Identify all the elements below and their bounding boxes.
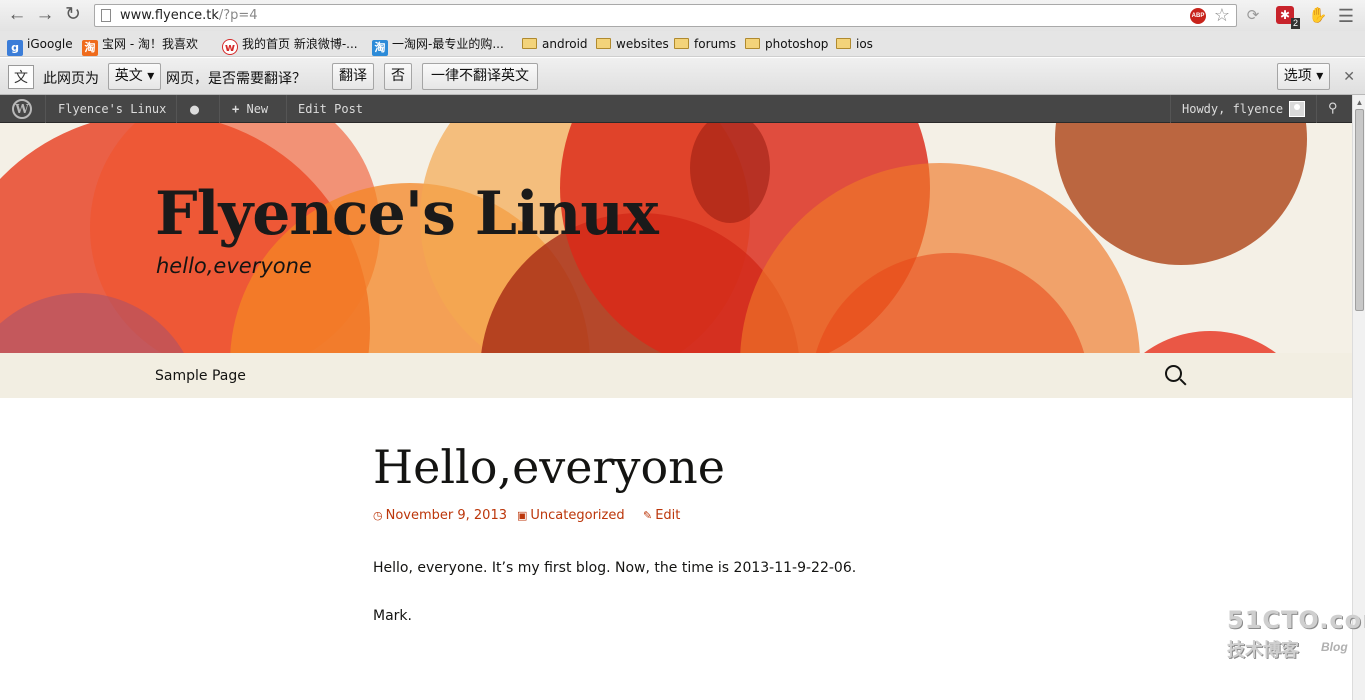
bookmark-folder-photoshop[interactable]: photoshop (745, 35, 828, 53)
close-icon[interactable]: ✕ (1343, 68, 1355, 85)
google-icon: g (7, 40, 23, 56)
post-title[interactable]: Hello,everyone (373, 440, 725, 494)
folder-icon: ▣ (517, 509, 528, 522)
post-paragraph: Mark. (373, 608, 412, 624)
menu-wrench-icon[interactable]: ☰ (1336, 6, 1356, 26)
hand-extension-icon[interactable]: ✋ (1308, 6, 1328, 26)
nav-item-sample-page[interactable]: Sample Page (155, 368, 246, 384)
pencil-icon: ✎ (643, 509, 653, 522)
bookmark-igoogle[interactable]: g iGoogle (7, 35, 73, 56)
bookmark-folder-android[interactable]: android (522, 35, 588, 53)
post-paragraph: Hello, everyone. It’s my first blog. Now… (373, 560, 857, 576)
watermark: 51CTO.com 技术博客 Blog (1227, 606, 1365, 690)
page-icon (101, 9, 111, 22)
etao-icon: 淘 (372, 40, 388, 56)
folder-icon (836, 38, 851, 49)
comments-icon[interactable]: ● (190, 95, 199, 123)
admin-new[interactable]: + New (232, 95, 268, 123)
watermark-cn: 技术博客 (1227, 640, 1299, 660)
divider (1170, 95, 1171, 123)
divider (219, 95, 220, 123)
weibo-icon: w (222, 39, 238, 55)
translate-prefix: 此网页为 (43, 71, 99, 87)
bookmark-folder-forums[interactable]: forums (674, 35, 736, 53)
watermark-blog: Blog (1321, 640, 1348, 654)
bookmark-folder-ios[interactable]: ios (836, 35, 873, 53)
bookmark-star-icon[interactable]: ☆ (1214, 5, 1230, 26)
admin-site-name[interactable]: Flyence's Linux (58, 95, 166, 123)
watermark-site: 51CTO.com (1227, 606, 1365, 634)
divider (286, 95, 287, 123)
admin-howdy[interactable]: Howdy, flyence (1182, 95, 1306, 123)
wp-admin-bar: W Flyence's Linux ● + New Edit Post Howd… (0, 95, 1352, 123)
translate-suffix: 网页，是否需要翻译？ (166, 71, 306, 87)
post-date[interactable]: ◷ November 9, 2013 (373, 508, 507, 523)
avatar (1289, 101, 1306, 117)
never-translate-button[interactable]: 一律不翻译英文 (422, 63, 538, 90)
post-edit-link[interactable]: ✎ Edit (643, 508, 680, 523)
site-description: hello,everyone (156, 254, 312, 278)
address-bar[interactable]: www.flyence.tk/?p=4 ABP ☆ (94, 4, 1237, 27)
bookmarks-bar: g iGoogle 淘宝网 - 淘！我喜欢 w 我的首页 新浪微博-... 淘一淘网… (0, 31, 1365, 57)
clock-icon: ◷ (373, 509, 383, 522)
bookmark-folder-websites[interactable]: websites (596, 35, 669, 53)
translate-button[interactable]: 翻译 (332, 63, 374, 90)
bookmark-etao[interactable]: 淘一淘网-最专业的购... (372, 35, 504, 56)
plus-icon: + (232, 102, 240, 116)
search-icon[interactable] (1165, 365, 1187, 387)
bookmark-weibo[interactable]: w 我的首页 新浪微博-... (222, 35, 358, 55)
divider (176, 95, 177, 123)
admin-search-icon[interactable]: ⚲ (1328, 95, 1338, 123)
no-translate-button[interactable]: 否 (384, 63, 412, 90)
divider (45, 95, 46, 123)
main-navigation: Sample Page (0, 353, 1352, 398)
divider (1316, 95, 1317, 123)
forward-icon[interactable]: → (33, 4, 57, 26)
translate-bar: 文 此网页为 英文 ▾ 网页，是否需要翻译？ 翻译 否 一律不翻译英文 选项 ▾… (0, 58, 1365, 95)
folder-icon (745, 38, 760, 49)
site-title[interactable]: Flyence's Linux (155, 179, 659, 249)
scroll-thumb[interactable] (1355, 109, 1364, 311)
taobao-icon: 淘 (82, 40, 98, 56)
post-category[interactable]: ▣ Uncategorized (517, 508, 625, 523)
scroll-up-icon[interactable]: ▲ (1355, 98, 1364, 107)
translate-icon: 文 (8, 65, 34, 89)
sync-extension-icon[interactable]: ⟳ (1243, 6, 1263, 26)
folder-icon (596, 38, 611, 49)
back-icon[interactable]: ← (5, 4, 29, 26)
site-header: Flyence's Linux hello,everyone (0, 123, 1352, 353)
admin-edit-post[interactable]: Edit Post (298, 95, 363, 123)
url-text[interactable]: www.flyence.tk/?p=4 (120, 8, 258, 23)
reload-icon[interactable]: ↻ (61, 4, 85, 26)
options-button[interactable]: 选项 ▾ (1277, 63, 1330, 90)
extension-badge: 2 (1290, 18, 1300, 29)
folder-icon (674, 38, 689, 49)
browser-toolbar: ← → ↻ www.flyence.tk/?p=4 ABP ☆ ⟳ ✱ 2 ✋ ☰ (0, 0, 1365, 31)
adblock-icon[interactable]: ABP (1190, 8, 1206, 24)
wordpress-logo-icon[interactable]: W (12, 99, 32, 119)
language-select[interactable]: 英文 ▾ (108, 63, 161, 90)
extension-puzzle-icon[interactable]: ✱ 2 (1276, 6, 1300, 29)
folder-icon (522, 38, 537, 49)
bookmark-taobao[interactable]: 淘宝网 - 淘！我喜欢 (82, 35, 198, 56)
